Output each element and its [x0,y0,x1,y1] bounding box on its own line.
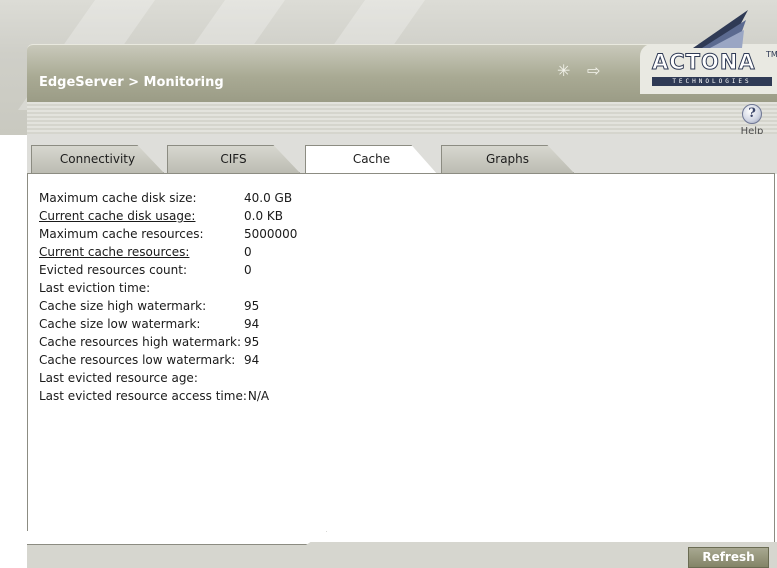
cache-size-low-watermark-value: 94 [244,317,260,331]
help-icon[interactable]: ? [742,104,762,124]
logout-icon[interactable]: ⇨ [587,61,600,80]
cache-size-high-watermark-value: 95 [244,299,260,313]
evicted-resources-count-value: 0 [244,263,252,277]
max-cache-disk-size-label: Maximum cache disk size: [39,191,197,205]
current-cache-disk-usage-link[interactable]: Current cache disk usage: [39,207,195,225]
actona-logo-icon [693,10,748,48]
panel-bottom-edge [27,531,327,545]
wizard-icon[interactable]: ✳ [557,61,570,80]
logo-text: ACTONA [652,50,756,75]
evicted-resources-count-label: Evicted resources count: [39,263,188,277]
page-title: EdgeServer > Monitoring [39,75,224,90]
max-cache-disk-size-value: 40.0 GB [244,191,293,205]
current-cache-resources-value: 0 [244,245,252,259]
cache-resources-low-watermark-value: 94 [244,353,260,367]
refresh-button[interactable]: Refresh [688,547,769,568]
max-cache-resources-label: Maximum cache resources: [39,227,204,241]
help-button[interactable]: ? Help [732,104,772,137]
cache-resources-high-watermark-label: Cache resources high watermark: [39,335,242,349]
cache-size-low-watermark-label: Cache size low watermark: [39,317,201,331]
toolbar [27,102,777,134]
cache-resources-low-watermark-label: Cache resources low watermark: [39,353,236,367]
cache-resources-high-watermark-value: 95 [244,335,260,349]
last-evicted-resource-access-time-label: Last evicted resource access time: [39,389,247,403]
max-cache-resources-value: 5000000 [244,227,298,241]
last-evicted-resource-age-label: Last evicted resource age: [39,371,198,385]
current-cache-disk-usage-value: 0.0 KB [244,209,283,223]
logo-trademark: TM [766,50,777,59]
logo-subtitle: TECHNOLOGIES [652,77,772,86]
last-evicted-resource-access-time-value: N/A [247,389,270,403]
footer-bar [27,542,777,568]
last-eviction-time-label: Last eviction time: [39,281,151,295]
cache-size-high-watermark-label: Cache size high watermark: [39,299,207,313]
current-cache-resources-link[interactable]: Current cache resources: [39,243,189,261]
